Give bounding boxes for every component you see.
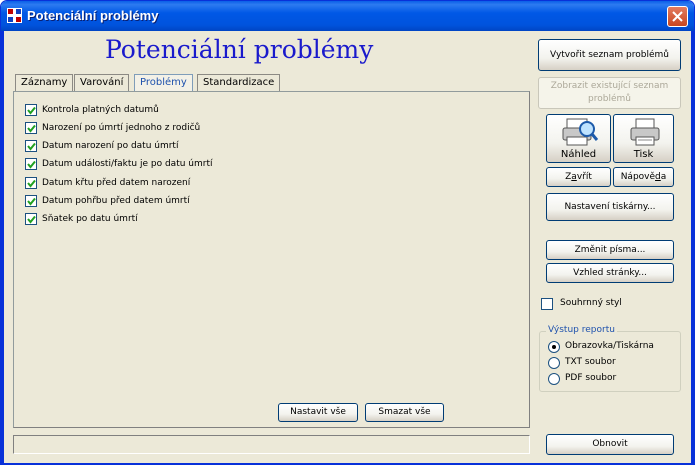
close-window-button[interactable] xyxy=(667,6,688,27)
checkmark-icon xyxy=(27,179,36,188)
main-window: Potenciální problémy Potenciální problém… xyxy=(0,0,695,465)
show-existing-list-button[interactable]: Zobrazit existující seznam problémů xyxy=(538,77,681,109)
checkbox[interactable] xyxy=(25,195,37,207)
page-layout-button[interactable]: Vzhled stránky... xyxy=(546,263,674,283)
checkmark-icon xyxy=(27,142,36,151)
close-button-label-end: vřít xyxy=(576,172,592,182)
set-all-button[interactable]: Nastavit vše xyxy=(278,403,358,422)
close-icon xyxy=(672,11,683,22)
app-icon xyxy=(7,8,22,23)
checkbox[interactable] xyxy=(25,158,37,170)
summary-style-checkbox[interactable] xyxy=(541,298,553,310)
help-button-label-end: a xyxy=(660,172,667,182)
checkmark-icon xyxy=(27,215,36,224)
check-label: Kontrola platných datumů xyxy=(42,105,159,115)
window-frame-right xyxy=(691,31,694,464)
radio-txt-file-label: TXT soubor xyxy=(565,357,616,367)
check-label: Narození po úmrtí jednoho z rodičů xyxy=(42,123,201,133)
change-fonts-button[interactable]: Změnit písma... xyxy=(546,240,674,260)
report-output-title: Výstup reportu xyxy=(546,325,617,335)
radio-txt-file[interactable] xyxy=(548,357,560,369)
checkmark-icon xyxy=(27,197,36,206)
checkmark-icon xyxy=(27,124,36,133)
checkmark-icon xyxy=(27,160,36,169)
window-frame-left xyxy=(1,31,4,464)
radio-screen-printer[interactable] xyxy=(548,341,560,353)
check-label: Datum křtu před datem narození xyxy=(42,178,191,188)
printer-setup-button[interactable]: Nastavení tiskárny... xyxy=(546,193,674,221)
check-label: Datum události/faktu je po datu úmrtí xyxy=(42,159,213,169)
printer-icon xyxy=(630,118,660,146)
check-label: Datum pohřbu před datem úmrtí xyxy=(42,196,190,206)
check-label: Sňatek po datu úmrtí xyxy=(42,214,138,224)
tab-zaznamy[interactable]: Záznamy xyxy=(15,74,74,92)
page-title: Potenciální problémy xyxy=(105,35,374,64)
tab-standardizace[interactable]: Standardizace xyxy=(197,74,281,92)
create-problem-list-button[interactable]: Vytvořit seznam problémů xyxy=(538,39,681,71)
checkbox[interactable] xyxy=(25,213,37,225)
window-title: Potenciální problémy xyxy=(27,8,159,23)
preview-label: Náhled xyxy=(560,149,597,160)
close-button[interactable]: Zavřít xyxy=(546,167,611,187)
print-button[interactable]: Tisk xyxy=(613,114,674,163)
radio-screen-printer-label: Obrazovka/Tiskárna xyxy=(565,341,654,351)
help-button[interactable]: Nápověda xyxy=(613,167,674,187)
checkbox[interactable] xyxy=(25,140,37,152)
tab-varovani[interactable]: Varování xyxy=(74,74,130,92)
preview-button[interactable]: Náhled xyxy=(546,114,611,163)
print-preview-icon xyxy=(562,118,599,146)
checkbox[interactable] xyxy=(25,122,37,134)
clear-all-button[interactable]: Smazat vše xyxy=(365,403,444,422)
check-label: Datum narození po datu úmrtí xyxy=(42,141,179,151)
title-bar[interactable]: Potenciální problémy xyxy=(1,1,694,31)
checkmark-icon xyxy=(27,106,36,115)
status-bar xyxy=(13,435,530,454)
print-label: Tisk xyxy=(633,149,654,160)
refresh-button[interactable]: Obnovit xyxy=(546,434,674,455)
radio-pdf-file[interactable] xyxy=(548,373,560,385)
summary-style-label: Souhrnný styl xyxy=(560,298,622,308)
checkbox[interactable] xyxy=(25,177,37,189)
radio-pdf-file-label: PDF soubor xyxy=(565,373,617,383)
checkbox[interactable] xyxy=(25,104,37,116)
help-button-label-start: Nápově xyxy=(620,172,656,182)
